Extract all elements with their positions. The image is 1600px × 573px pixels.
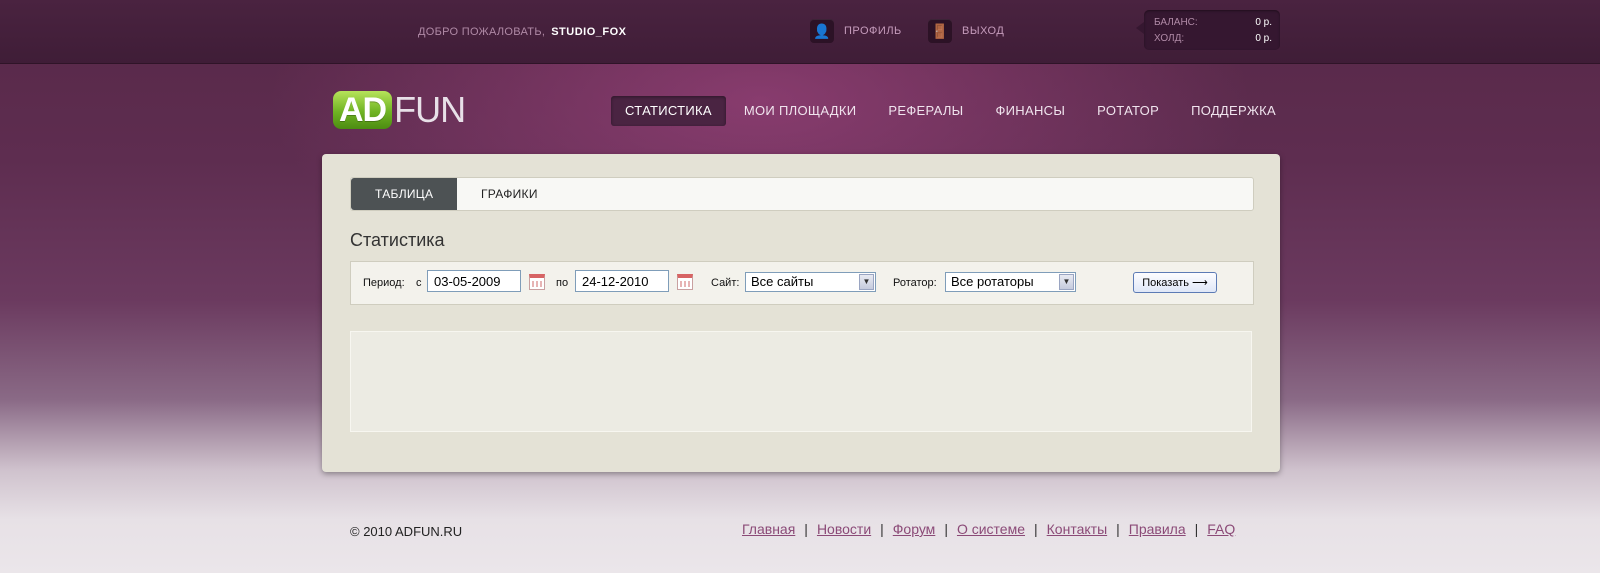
logout-label: ВЫХОД bbox=[962, 25, 1005, 37]
nav-item-support[interactable]: ПОДДЕРЖКА bbox=[1177, 96, 1290, 126]
footer-link-news[interactable]: Новости bbox=[817, 521, 871, 537]
footer-link-forum[interactable]: Форум bbox=[893, 521, 936, 537]
balance-box: БАЛАНС: 0 р. ХОЛД: 0 р. bbox=[1136, 10, 1280, 50]
copyright: © 2010 ADFUN.RU bbox=[350, 524, 463, 539]
date-to-input[interactable]: 24-12-2010 bbox=[575, 270, 669, 292]
balance-label: БАЛАНС: bbox=[1154, 17, 1198, 28]
show-button[interactable]: Показать ⟶ bbox=[1133, 272, 1217, 293]
logout-link[interactable]: 🚪 ВЫХОД bbox=[928, 18, 1004, 44]
site-select-value: Все сайты bbox=[751, 274, 814, 289]
logo-ad: AD bbox=[333, 91, 393, 129]
nav-item-rotator[interactable]: РОТАТОР bbox=[1083, 96, 1173, 126]
nav-item-referrals[interactable]: РЕФЕРАЛЫ bbox=[874, 96, 977, 126]
tab-table[interactable]: ТАБЛИЦА bbox=[351, 178, 457, 210]
adfun-logo[interactable]: AD FUN bbox=[333, 89, 466, 130]
rotator-select[interactable]: Все ротаторы ▼ bbox=[945, 272, 1076, 292]
footer-link-about[interactable]: О системе bbox=[957, 521, 1025, 537]
tab-charts[interactable]: ГРАФИКИ bbox=[457, 178, 562, 210]
page-title: Статистика bbox=[350, 230, 445, 250]
nav-item-finances[interactable]: ФИНАНСЫ bbox=[981, 96, 1079, 126]
view-tabs: ТАБЛИЦА ГРАФИКИ bbox=[350, 177, 1254, 211]
date-from-input[interactable]: 03-05-2009 bbox=[427, 270, 521, 292]
content-panel: ТАБЛИЦА ГРАФИКИ Статистика Период: с 03-… bbox=[322, 154, 1280, 472]
footer-link-home[interactable]: Главная bbox=[742, 521, 795, 537]
nav-item-statistics[interactable]: СТАТИСТИКА bbox=[611, 96, 726, 126]
footer-links: Главная | Новости | Форум | О системе | Конт… bbox=[742, 521, 1236, 537]
to-label: по bbox=[556, 277, 569, 289]
chevron-down-icon[interactable]: ▼ bbox=[859, 274, 874, 290]
filter-bar: Период: с 03-05-2009 по 24-12-2010 Сайт:… bbox=[350, 261, 1254, 305]
hold-value: 0 р. bbox=[1255, 33, 1272, 44]
balance-value: 0 р. bbox=[1255, 17, 1272, 28]
profile-label: ПРОФИЛЬ bbox=[844, 25, 902, 37]
hold-label: ХОЛД: bbox=[1154, 33, 1185, 44]
logo-fun: FUN bbox=[394, 89, 466, 130]
welcome-text: ДОБРО ПОЖАЛОВАТЬ, STUDIO_FOX bbox=[418, 26, 627, 38]
footer-link-faq[interactable]: FAQ bbox=[1207, 521, 1235, 537]
site-select[interactable]: Все сайты ▼ bbox=[745, 272, 876, 292]
period-label: Период: bbox=[363, 277, 405, 289]
chevron-down-icon[interactable]: ▼ bbox=[1059, 274, 1074, 290]
site-label: Сайт: bbox=[711, 277, 740, 289]
top-bar: ДОБРО ПОЖАЛОВАТЬ, STUDIO_FOX 👤 ПРОФИЛЬ 🚪 … bbox=[0, 0, 1600, 64]
rotator-label: Ротатор: bbox=[893, 277, 937, 289]
from-label: с bbox=[416, 277, 422, 289]
welcome-label: ДОБРО ПОЖАЛОВАТЬ, bbox=[418, 26, 546, 38]
footer-link-contacts[interactable]: Контакты bbox=[1047, 521, 1107, 537]
calendar-icon[interactable] bbox=[529, 274, 545, 290]
nav-item-my-sites[interactable]: МОИ ПЛОЩАДКИ bbox=[730, 96, 871, 126]
user-icon: 👤 bbox=[810, 19, 834, 43]
username: STUDIO_FOX bbox=[551, 26, 627, 38]
calendar-icon[interactable] bbox=[677, 274, 693, 290]
footer-link-rules[interactable]: Правила bbox=[1129, 521, 1186, 537]
profile-link[interactable]: 👤 ПРОФИЛЬ bbox=[810, 18, 902, 44]
exit-door-icon: 🚪 bbox=[928, 19, 952, 43]
results-area bbox=[350, 331, 1252, 432]
rotator-select-value: Все ротаторы bbox=[951, 274, 1034, 289]
main-nav: СТАТИСТИКА МОИ ПЛОЩАДКИ РЕФЕРАЛЫ ФИНАНСЫ… bbox=[611, 96, 1294, 126]
